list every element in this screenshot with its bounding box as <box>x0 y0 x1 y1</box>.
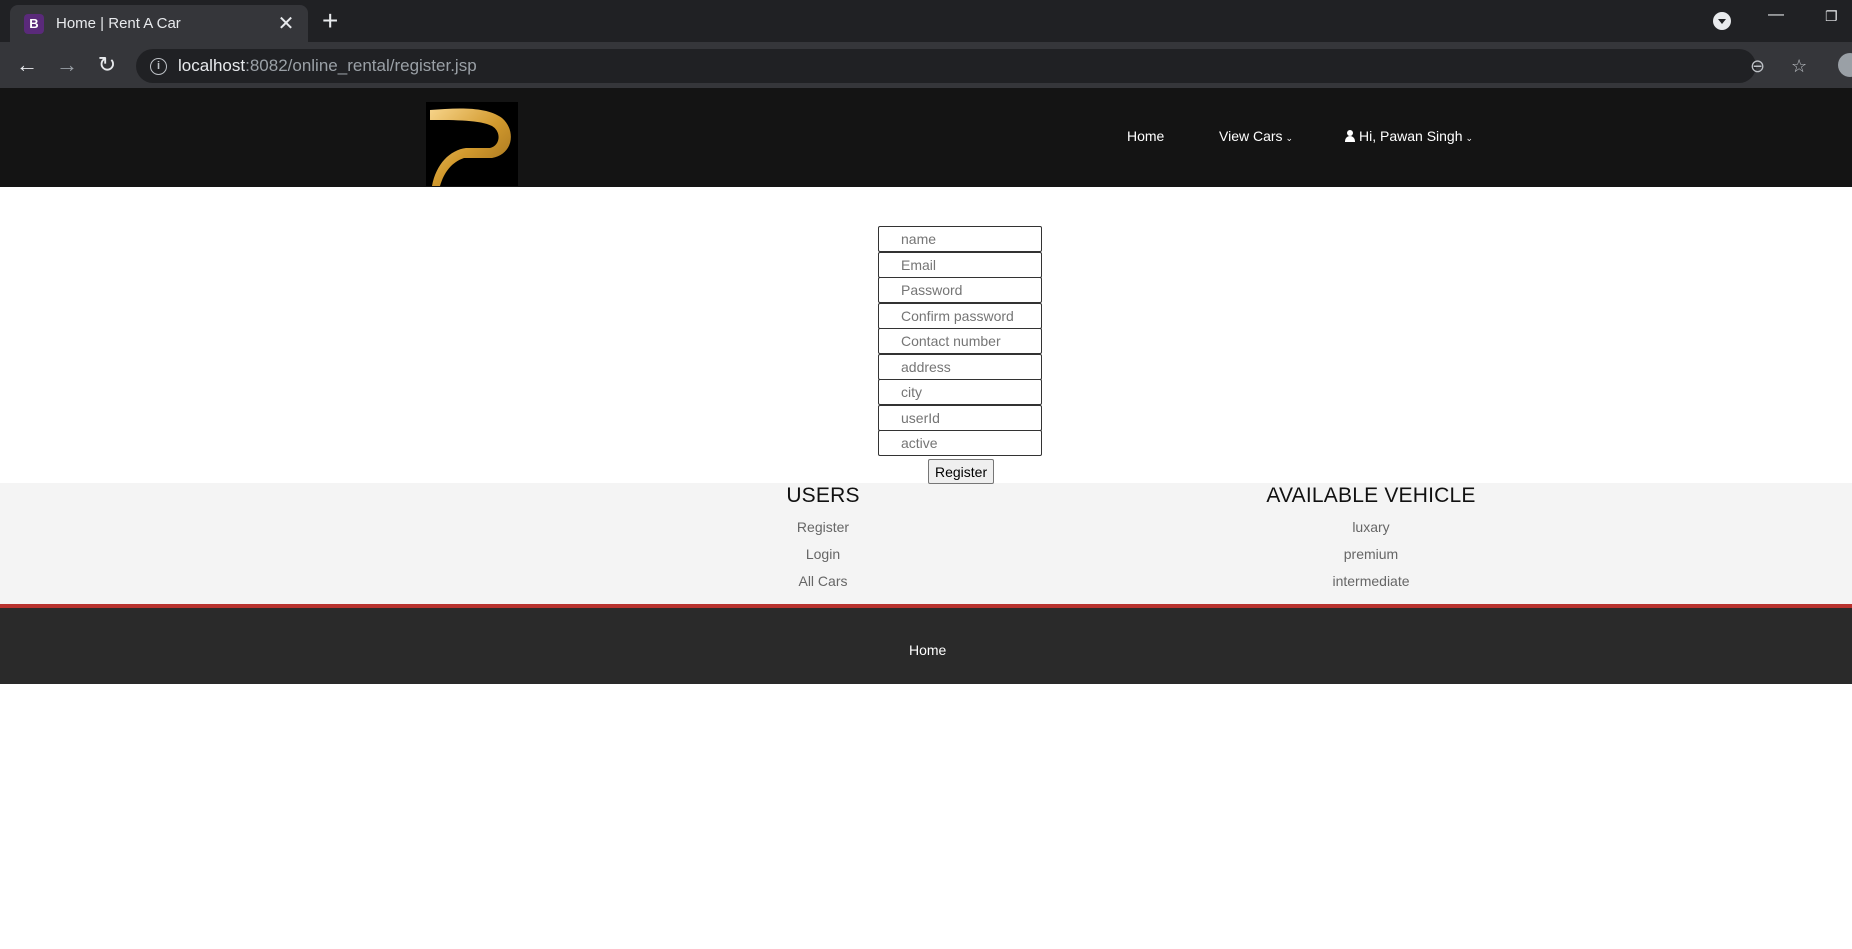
active-field[interactable] <box>878 430 1042 456</box>
site-header: Home View Cars ⌄ Hi, Pawan Singh ⌄ <box>0 88 1852 187</box>
zoom-icon[interactable]: ⊖ <box>1750 56 1765 77</box>
forward-icon[interactable]: → <box>54 53 80 79</box>
address-field[interactable] <box>878 353 1042 380</box>
footer-users-heading: USERS <box>786 484 860 507</box>
user-icon <box>1345 130 1356 142</box>
contact-number-field[interactable] <box>878 328 1042 354</box>
footer-intermediate-link[interactable]: intermediate <box>1256 573 1486 589</box>
footer-vehicles-column: AVAILABLE VEHICLE luxary premium interme… <box>1256 483 1486 589</box>
footer-vehicles-heading: AVAILABLE VEHICLE <box>1266 484 1476 507</box>
tab-search-icon[interactable] <box>1713 12 1731 30</box>
footer-register-link[interactable]: Register <box>773 519 873 535</box>
back-icon[interactable]: ← <box>14 53 40 79</box>
browser-tab-strip: B Home | Rent A Car ✕ + — ❐ <box>0 0 1852 42</box>
confirm-password-field[interactable] <box>878 302 1042 329</box>
nav-view-cars-label: View Cars <box>1219 128 1283 144</box>
chevron-down-icon: ⌄ <box>1285 133 1294 143</box>
browser-toolbar: ← → ↻ i localhost:8082/online_rental/reg… <box>0 42 1852 88</box>
minimize-icon[interactable]: — <box>1768 6 1784 24</box>
footer-luxary-link[interactable]: luxary <box>1256 519 1486 535</box>
city-field[interactable] <box>878 379 1042 405</box>
footer-links-section: USERS Register Login All Cars AVAILABLE … <box>0 483 1852 604</box>
tab-title: Home | Rent A Car <box>56 15 181 32</box>
password-field[interactable] <box>878 277 1042 303</box>
footer-users-column: USERS Register Login All Cars <box>773 483 873 589</box>
url-path: :8082/online_rental/register.jsp <box>245 56 477 75</box>
star-icon[interactable]: ☆ <box>1791 56 1807 77</box>
site-logo[interactable] <box>426 102 518 186</box>
email-field[interactable] <box>878 251 1042 278</box>
footer-premium-link[interactable]: premium <box>1256 546 1486 562</box>
nav-user-dropdown[interactable]: Hi, Pawan Singh ⌄ <box>1345 128 1473 144</box>
reload-icon[interactable]: ↻ <box>94 53 120 79</box>
footer-all-cars-link[interactable]: All Cars <box>773 573 873 589</box>
restore-icon[interactable]: ❐ <box>1825 8 1838 25</box>
address-bar[interactable]: i localhost:8082/online_rental/register.… <box>136 49 1807 83</box>
footer-login-link[interactable]: Login <box>773 546 873 562</box>
info-icon[interactable]: i <box>150 58 167 75</box>
logo-graphic <box>430 108 511 186</box>
register-button[interactable]: Register <box>928 459 995 484</box>
footer-home-link[interactable]: Home <box>909 642 946 658</box>
chevron-down-icon: ⌄ <box>1465 133 1474 143</box>
close-icon[interactable]: ✕ <box>276 14 296 34</box>
nav-view-cars-dropdown[interactable]: View Cars ⌄ <box>1219 128 1293 144</box>
name-field[interactable] <box>878 226 1042 252</box>
browser-tab[interactable]: B Home | Rent A Car ✕ <box>10 5 308 42</box>
bootstrap-favicon-icon: B <box>24 13 44 34</box>
register-form <box>878 226 1042 456</box>
footer-bottom-bar: Home <box>0 604 1852 684</box>
url-host: localhost <box>178 56 246 75</box>
nav-home-link[interactable]: Home <box>1127 128 1164 144</box>
nav-user-label: Hi, Pawan Singh <box>1359 128 1463 144</box>
profile-avatar[interactable] <box>1838 53 1852 77</box>
userid-field[interactable] <box>878 404 1042 431</box>
new-tab-icon[interactable]: + <box>322 6 338 36</box>
